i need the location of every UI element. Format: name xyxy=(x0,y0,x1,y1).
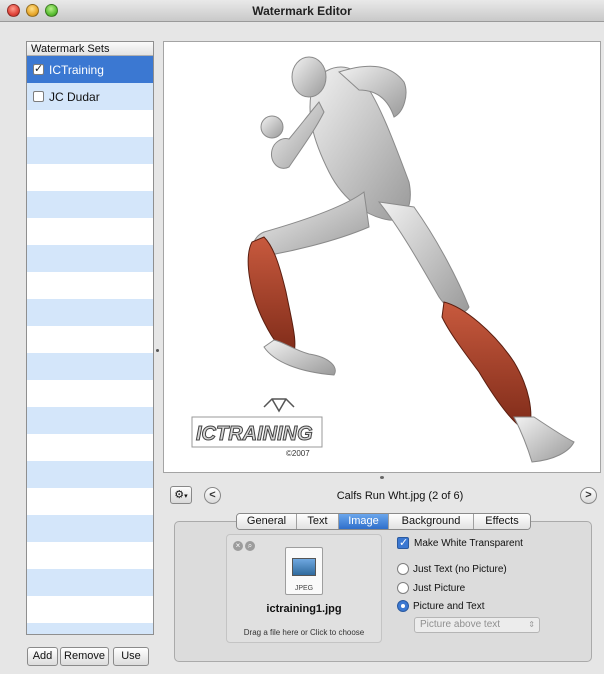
watermark-set-ictraining[interactable]: ICTraining xyxy=(27,56,153,83)
watermark-sets-rows[interactable]: ICTraining JC Dudar xyxy=(27,56,153,634)
picture-and-text-radio[interactable] xyxy=(397,600,409,612)
use-button[interactable]: Use xyxy=(113,647,149,666)
watermark-sets-header: Watermark Sets xyxy=(27,42,153,56)
image-file-name: ictraining1.jpg xyxy=(266,603,342,615)
watermark-set-label: JC Dudar xyxy=(49,89,100,104)
just-text-option[interactable]: Just Text (no Picture) xyxy=(397,563,507,575)
watermark-logo: ICTRAINING ©2007 xyxy=(191,398,323,458)
current-file-label: Calfs Run Wht.jpg (2 of 6) xyxy=(336,490,464,502)
picture-position-select[interactable]: Picture above text ⇕ xyxy=(414,617,540,633)
previous-image-button[interactable]: < xyxy=(204,487,221,504)
add-button[interactable]: Add xyxy=(27,647,58,666)
just-picture-option[interactable]: Just Picture xyxy=(397,582,465,594)
make-white-transparent-checkbox[interactable] xyxy=(397,536,409,549)
just-text-label: Just Text (no Picture) xyxy=(413,563,507,575)
gear-icon: ⚙ xyxy=(174,489,185,501)
stepper-arrows-icon: ⇕ xyxy=(528,620,535,629)
window-title: Watermark Editor xyxy=(252,4,352,18)
picture-position-value: Picture above text xyxy=(420,619,501,630)
watermark-set-label: ICTraining xyxy=(49,62,104,77)
tab-effects[interactable]: Effects xyxy=(474,514,530,529)
file-extension-label: JPEG xyxy=(294,585,314,592)
tab-general[interactable]: General xyxy=(237,514,297,529)
jpeg-file-icon: JPEG xyxy=(285,547,323,595)
just-picture-radio[interactable] xyxy=(397,582,409,594)
make-white-transparent-option[interactable]: Make White Transparent xyxy=(397,536,523,549)
watermark-editor-window: Watermark Editor Watermark Sets ICTraini… xyxy=(0,0,604,674)
action-menu-button[interactable]: ⚙▾ xyxy=(170,486,192,504)
just-picture-label: Just Picture xyxy=(413,582,466,594)
tab-image[interactable]: Image xyxy=(339,514,389,529)
drop-hint: Drag a file here or Click to choose xyxy=(243,628,365,637)
tab-text[interactable]: Text xyxy=(297,514,339,529)
clear-image-icon[interactable]: × xyxy=(233,541,243,551)
watermark-set-jc-dudar[interactable]: JC Dudar xyxy=(27,83,153,110)
picture-and-text-option[interactable]: Picture and Text xyxy=(397,600,485,612)
preview-resize-handle[interactable] xyxy=(380,476,384,479)
watermark-set-ictraining-checkbox[interactable] xyxy=(33,62,44,75)
next-image-button[interactable]: > xyxy=(580,487,597,504)
watermark-set-jc-dudar-checkbox[interactable] xyxy=(33,91,44,102)
settings-tabs[interactable]: General Text Image Background Effects xyxy=(236,513,531,530)
remove-button[interactable]: Remove xyxy=(60,647,109,666)
image-drop-zone[interactable]: × ⌕ JPEG ictraining1.jpg Drag a file her… xyxy=(226,534,382,643)
running-figure-illustration: ICTRAINING ©2007 xyxy=(191,56,575,463)
just-text-radio[interactable] xyxy=(397,563,409,575)
watermark-text: ICTRAINING xyxy=(196,423,313,445)
watermark-year: ©2007 xyxy=(286,449,310,458)
picture-and-text-label: Picture and Text xyxy=(413,600,485,612)
browse-image-icon[interactable]: ⌕ xyxy=(245,541,255,551)
watermark-sets-list[interactable]: Watermark Sets ICTraining JC Dudar xyxy=(26,41,154,635)
image-preview: ICTRAINING ©2007 xyxy=(163,41,601,473)
title-bar[interactable]: Watermark Editor xyxy=(0,0,604,22)
splitter-handle[interactable] xyxy=(156,349,159,352)
make-white-transparent-label: Make White Transparent xyxy=(414,537,523,549)
tab-background[interactable]: Background xyxy=(389,514,474,529)
